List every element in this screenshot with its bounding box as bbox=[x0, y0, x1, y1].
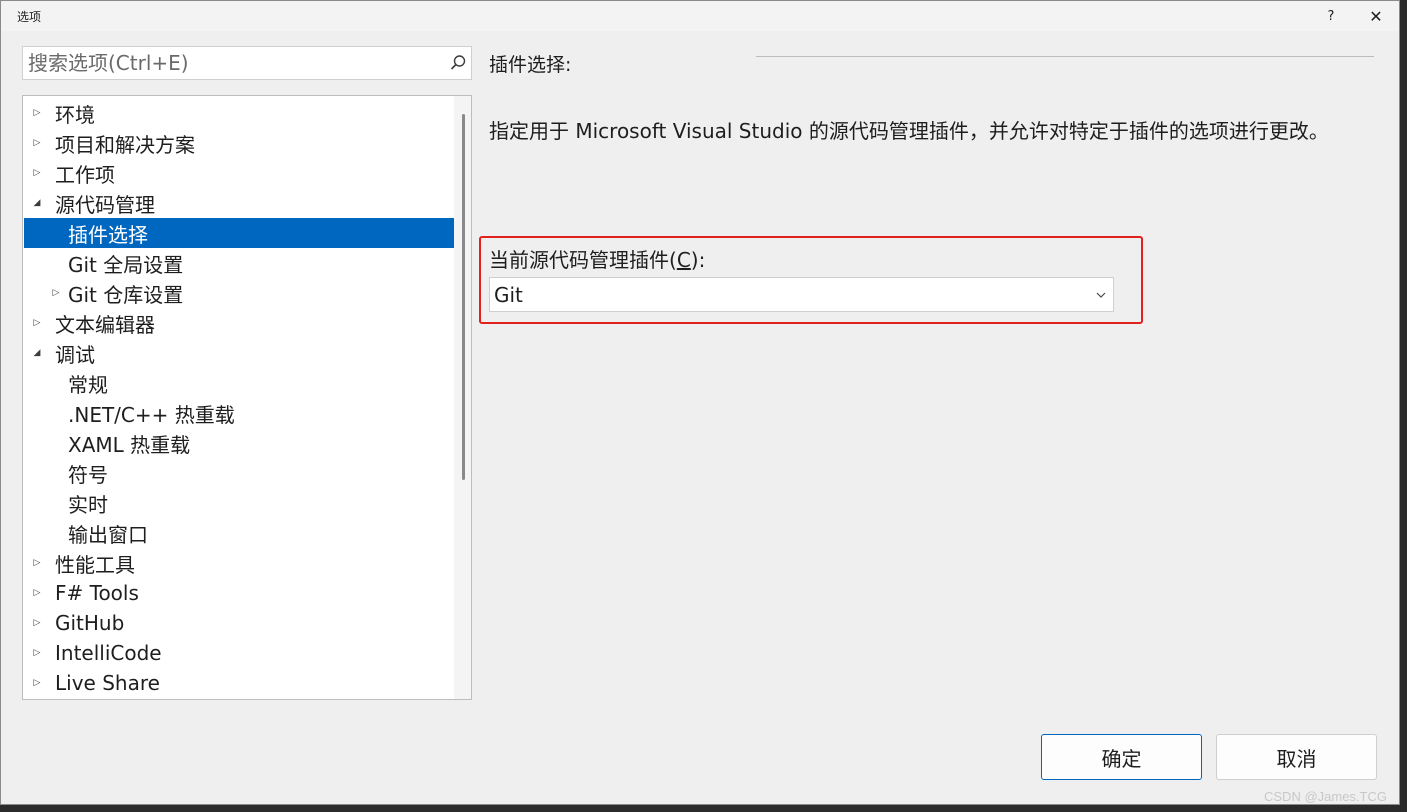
tree-item-label: 常规 bbox=[68, 372, 108, 397]
tree-item-performance-tools[interactable]: ▷ 性能工具 bbox=[24, 548, 454, 578]
ok-button[interactable]: 确定 bbox=[1041, 734, 1202, 780]
panel-title: 插件选择: bbox=[489, 54, 572, 76]
tree-item-work-items[interactable]: ▷ 工作项 bbox=[24, 158, 454, 188]
expand-arrow-icon[interactable]: ▷ bbox=[31, 588, 43, 598]
tree-item-environment[interactable]: ▷ 环境 bbox=[24, 98, 454, 128]
search-input[interactable] bbox=[23, 47, 443, 79]
tree-item-xaml-hot-reload[interactable]: XAML 热重载 bbox=[24, 428, 454, 458]
tree-item-label: 项目和解决方案 bbox=[55, 132, 195, 157]
tree-item-symbols[interactable]: 符号 bbox=[24, 458, 454, 488]
tree-item-label: 输出窗口 bbox=[68, 522, 148, 547]
close-button[interactable]: ✕ bbox=[1359, 4, 1393, 28]
label-text-post: ): bbox=[690, 248, 706, 272]
tree-item-label: 工作项 bbox=[55, 162, 115, 187]
tree-item-fsharp-tools[interactable]: ▷ F# Tools bbox=[24, 578, 454, 608]
tree-item-dotnet-hot-reload[interactable]: .NET/C++ 热重载 bbox=[24, 398, 454, 428]
tree-item-label: XAML 热重载 bbox=[68, 432, 191, 457]
tree-item-projects-solutions[interactable]: ▷ 项目和解决方案 bbox=[24, 128, 454, 158]
expand-arrow-icon[interactable]: ▷ bbox=[31, 138, 43, 148]
access-key: C bbox=[676, 248, 691, 272]
search-icon[interactable] bbox=[449, 54, 467, 72]
tree-item-label: 实时 bbox=[68, 492, 108, 517]
tree-item-git-repo-settings[interactable]: ▷ Git 仓库设置 bbox=[24, 278, 454, 308]
expand-arrow-icon[interactable]: ▷ bbox=[31, 318, 43, 328]
options-search-box bbox=[22, 46, 472, 80]
tree-item-intellicode[interactable]: ▷ IntelliCode bbox=[24, 638, 454, 668]
tree-item-general[interactable]: 常规 bbox=[24, 368, 454, 398]
expand-arrow-icon[interactable]: ▷ bbox=[31, 558, 43, 568]
title-divider bbox=[756, 56, 1374, 57]
tree-item-just-in-time[interactable]: 实时 bbox=[24, 488, 454, 518]
expand-arrow-icon[interactable]: ▷ bbox=[31, 168, 43, 178]
tree-item-label: 文本编辑器 bbox=[55, 312, 155, 337]
current-plugin-label: 当前源代码管理插件(C): bbox=[489, 244, 705, 273]
tree-scrollbar[interactable] bbox=[454, 96, 471, 699]
dropdown-selected-value: Git bbox=[494, 283, 523, 307]
expand-arrow-icon[interactable]: ▷ bbox=[31, 108, 43, 118]
expand-arrow-icon[interactable]: ▷ bbox=[50, 288, 62, 298]
title-bar: 选项 ? ✕ bbox=[1, 1, 1399, 31]
chevron-down-icon bbox=[1096, 292, 1106, 298]
tree-item-git-global-settings[interactable]: Git 全局设置 bbox=[24, 248, 454, 278]
tree-item-github[interactable]: ▷ GitHub bbox=[24, 608, 454, 638]
tree-item-plugin-selection[interactable]: 插件选择 bbox=[24, 218, 454, 248]
expand-arrow-icon[interactable]: ▷ bbox=[31, 678, 43, 688]
tree-item-source-control[interactable]: ◢ 源代码管理 bbox=[24, 188, 454, 218]
collapse-arrow-icon[interactable]: ◢ bbox=[31, 198, 43, 208]
tree-item-label: .NET/C++ 热重载 bbox=[68, 402, 235, 427]
tree-item-live-share[interactable]: ▷ Live Share bbox=[24, 668, 454, 698]
tree-item-label: F# Tools bbox=[55, 581, 139, 605]
tree-item-label: 环境 bbox=[55, 102, 95, 127]
tree-item-label: 符号 bbox=[68, 462, 108, 487]
window-title: 选项 bbox=[17, 10, 42, 24]
collapse-arrow-icon[interactable]: ◢ bbox=[31, 348, 43, 358]
tree-item-label: Git 仓库设置 bbox=[68, 282, 184, 307]
options-dialog: 选项 ? ✕ ▷ 环境 ▷ 项目和解决方案 ▷ 工作项 ◢ 源代码管理 插件选择 bbox=[0, 0, 1400, 805]
tree-item-debugging[interactable]: ◢ 调试 bbox=[24, 338, 454, 368]
tree-item-output-window[interactable]: 输出窗口 bbox=[24, 518, 454, 548]
label-text-pre: 当前源代码管理插件( bbox=[489, 248, 677, 272]
tree-item-label: IntelliCode bbox=[55, 641, 162, 665]
expand-arrow-icon[interactable]: ▷ bbox=[31, 648, 43, 658]
tree-item-label: GitHub bbox=[55, 611, 125, 635]
cancel-button[interactable]: 取消 bbox=[1216, 734, 1377, 780]
watermark-text: CSDN @James.TCG bbox=[1264, 789, 1387, 804]
panel-description: 指定用于 Microsoft Visual Studio 的源代码管理插件，并允… bbox=[489, 119, 1329, 143]
tree-item-label: 调试 bbox=[55, 342, 95, 367]
scrollbar-thumb[interactable] bbox=[462, 114, 465, 480]
options-tree: ▷ 环境 ▷ 项目和解决方案 ▷ 工作项 ◢ 源代码管理 插件选择 Git 全局… bbox=[22, 95, 472, 700]
tree-item-label: Git 全局设置 bbox=[68, 252, 184, 277]
tree-item-label: Live Share bbox=[55, 671, 160, 695]
current-plugin-dropdown[interactable]: Git bbox=[489, 277, 1114, 312]
help-button[interactable]: ? bbox=[1314, 4, 1348, 28]
tree-item-text-editor[interactable]: ▷ 文本编辑器 bbox=[24, 308, 454, 338]
expand-arrow-icon[interactable]: ▷ bbox=[31, 618, 43, 628]
tree-item-label: 源代码管理 bbox=[55, 192, 155, 217]
tree-item-label: 插件选择 bbox=[68, 222, 148, 247]
tree-item-label: 性能工具 bbox=[55, 552, 135, 577]
